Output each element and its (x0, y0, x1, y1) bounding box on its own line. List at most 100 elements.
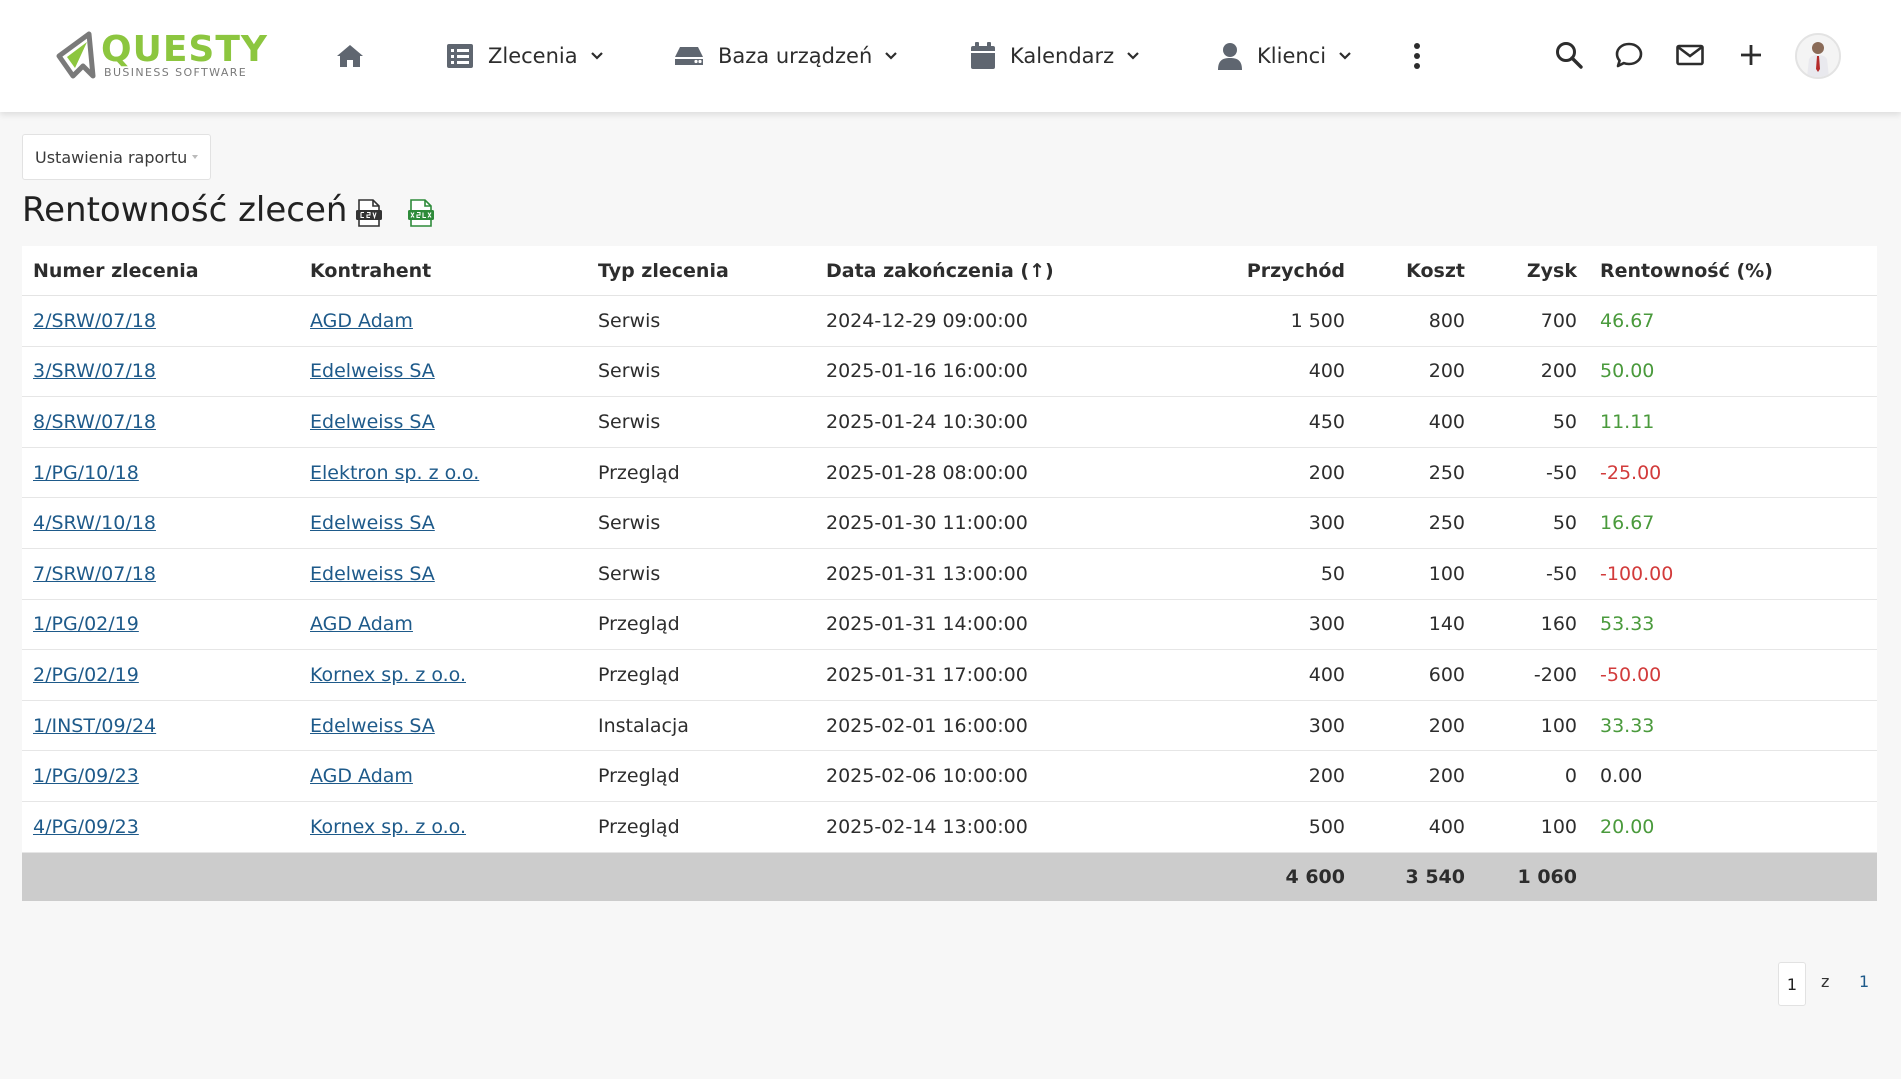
nav-more[interactable] (1412, 38, 1422, 74)
client-link[interactable]: AGD Adam (310, 310, 413, 332)
nav-zlecenia[interactable]: Zlecenia (446, 38, 604, 74)
cell-client: Kornex sp. z o.o. (299, 649, 587, 701)
cell-type: Serwis (587, 497, 815, 549)
totals-cell-empty (22, 852, 299, 901)
nav-baza-urzadzen[interactable]: Baza urządzeń (674, 38, 898, 74)
col-header-margin[interactable]: Rentowność (%) (1589, 246, 1877, 296)
caret-down-icon (192, 155, 199, 159)
mail-icon[interactable] (1675, 40, 1705, 70)
order-link[interactable]: 2/PG/02/19 (33, 664, 139, 686)
nav-kalendarz[interactable]: Kalendarz (970, 38, 1140, 74)
cell-cost: 200 (1357, 700, 1477, 752)
cell-margin: 0.00 (1589, 750, 1877, 802)
totals-cell-empty (587, 852, 815, 901)
col-header-type[interactable]: Typ zlecenia (587, 246, 815, 296)
page-title: Rentowność zleceń (22, 190, 348, 230)
order-link[interactable]: 4/SRW/10/18 (33, 512, 156, 534)
col-header-date[interactable]: Data zakończenia (↑) (815, 246, 1135, 296)
col-header-cost[interactable]: Koszt (1357, 246, 1477, 296)
cell-type: Przegląd (587, 750, 815, 802)
col-header-client[interactable]: Kontrahent (299, 246, 587, 296)
cell-order: 3/SRW/07/18 (22, 346, 299, 398)
cell-cost: 400 (1357, 801, 1477, 853)
client-link[interactable]: Edelweiss SA (310, 411, 435, 433)
order-link[interactable]: 7/SRW/07/18 (33, 563, 156, 585)
cell-date: 2025-01-31 14:00:00 (815, 599, 1135, 651)
cell-profit: 50 (1477, 396, 1589, 448)
cell-client: Edelweiss SA (299, 700, 587, 752)
col-header-order[interactable]: Numer zlecenia (22, 246, 299, 296)
client-link[interactable]: Edelweiss SA (310, 512, 435, 534)
order-link[interactable]: 3/SRW/07/18 (33, 360, 156, 382)
cell-date: 2025-01-16 16:00:00 (815, 346, 1135, 398)
chat-icon[interactable] (1614, 40, 1644, 70)
cell-type: Przegląd (587, 447, 815, 499)
cell-type: Serwis (587, 548, 815, 600)
cell-type: Przegląd (587, 649, 815, 701)
cell-profit: -200 (1477, 649, 1589, 701)
col-header-revenue[interactable]: Przychód (1135, 246, 1357, 296)
cell-order: 1/PG/10/18 (22, 447, 299, 499)
client-link[interactable]: Elektron sp. z o.o. (310, 462, 479, 484)
order-link[interactable]: 4/PG/09/23 (33, 816, 139, 838)
cell-profit: -50 (1477, 548, 1589, 600)
cell-client: Edelweiss SA (299, 346, 587, 398)
cell-margin: 50.00 (1589, 346, 1877, 398)
cell-client: AGD Adam (299, 295, 587, 347)
total-profit: 1 060 (1477, 852, 1589, 901)
order-link[interactable]: 1/PG/10/18 (33, 462, 139, 484)
client-link[interactable]: Edelweiss SA (310, 563, 435, 585)
cell-margin: 16.67 (1589, 497, 1877, 549)
totals-row: 4 600 3 540 1 060 (22, 852, 1877, 901)
cell-cost: 600 (1357, 649, 1477, 701)
chevron-down-icon (590, 52, 603, 60)
client-link[interactable]: Kornex sp. z o.o. (310, 816, 466, 838)
client-link[interactable]: Edelweiss SA (310, 360, 435, 382)
client-link[interactable]: AGD Adam (310, 765, 413, 787)
cell-revenue: 50 (1135, 548, 1357, 600)
cell-date: 2025-01-31 13:00:00 (815, 548, 1135, 600)
client-link[interactable]: Kornex sp. z o.o. (310, 664, 466, 686)
order-link[interactable]: 1/PG/02/19 (33, 613, 139, 635)
cell-margin: -100.00 (1589, 548, 1877, 600)
table-row: 3/SRW/07/18 Edelweiss SA Serwis 2025-01-16 … (22, 346, 1877, 398)
pagination-current-page[interactable]: 1 (1778, 962, 1806, 1006)
report-settings-button[interactable]: Ustawienia raportu (22, 134, 212, 180)
order-link[interactable]: 1/INST/09/24 (33, 715, 156, 737)
order-link[interactable]: 8/SRW/07/18 (33, 411, 156, 433)
cell-type: Instalacja (587, 700, 815, 752)
table-row: 4/PG/09/23 Kornex sp. z o.o. Przegląd 2025-… (22, 801, 1877, 853)
cell-date: 2025-02-01 16:00:00 (815, 700, 1135, 752)
client-link[interactable]: Edelweiss SA (310, 715, 435, 737)
xlsx-export-icon[interactable] (407, 198, 435, 228)
cell-profit: -50 (1477, 447, 1589, 499)
search-icon[interactable] (1554, 40, 1584, 70)
user-avatar[interactable] (1795, 33, 1841, 79)
col-header-profit[interactable]: Zysk (1477, 246, 1589, 296)
table-row: 2/PG/02/19 Kornex sp. z o.o. Przegląd 2025-… (22, 649, 1877, 701)
order-link[interactable]: 2/SRW/07/18 (33, 310, 156, 332)
pagination-total-pages[interactable]: 1 (1859, 972, 1869, 991)
cell-profit: 0 (1477, 750, 1589, 802)
table-header-row: Numer zlecenia Kontrahent Typ zlecenia D… (22, 246, 1877, 296)
add-icon[interactable] (1736, 40, 1766, 70)
cell-revenue: 300 (1135, 497, 1357, 549)
cell-cost: 400 (1357, 396, 1477, 448)
cell-client: AGD Adam (299, 750, 587, 802)
cell-revenue: 200 (1135, 447, 1357, 499)
totals-cell-empty (815, 852, 1135, 901)
nav-baza-label: Baza urządzeń (718, 44, 873, 68)
cell-margin: -50.00 (1589, 649, 1877, 701)
table-row: 1/PG/09/23 AGD Adam Przegląd 2025-02-06 10:… (22, 750, 1877, 802)
csv-export-icon[interactable] (355, 198, 383, 228)
order-link[interactable]: 1/PG/09/23 (33, 765, 139, 787)
cell-order: 7/SRW/07/18 (22, 548, 299, 600)
nav-home[interactable] (335, 38, 365, 74)
cell-profit: 160 (1477, 599, 1589, 651)
report-settings-label: Ustawienia raportu (35, 147, 188, 167)
questy-logo[interactable]: QUESTY BUSINESS SOFTWARE (53, 30, 268, 82)
nav-klienci[interactable]: Klienci (1217, 38, 1352, 74)
chevron-down-icon (885, 52, 898, 60)
total-cost: 3 540 (1357, 852, 1477, 901)
client-link[interactable]: AGD Adam (310, 613, 413, 635)
